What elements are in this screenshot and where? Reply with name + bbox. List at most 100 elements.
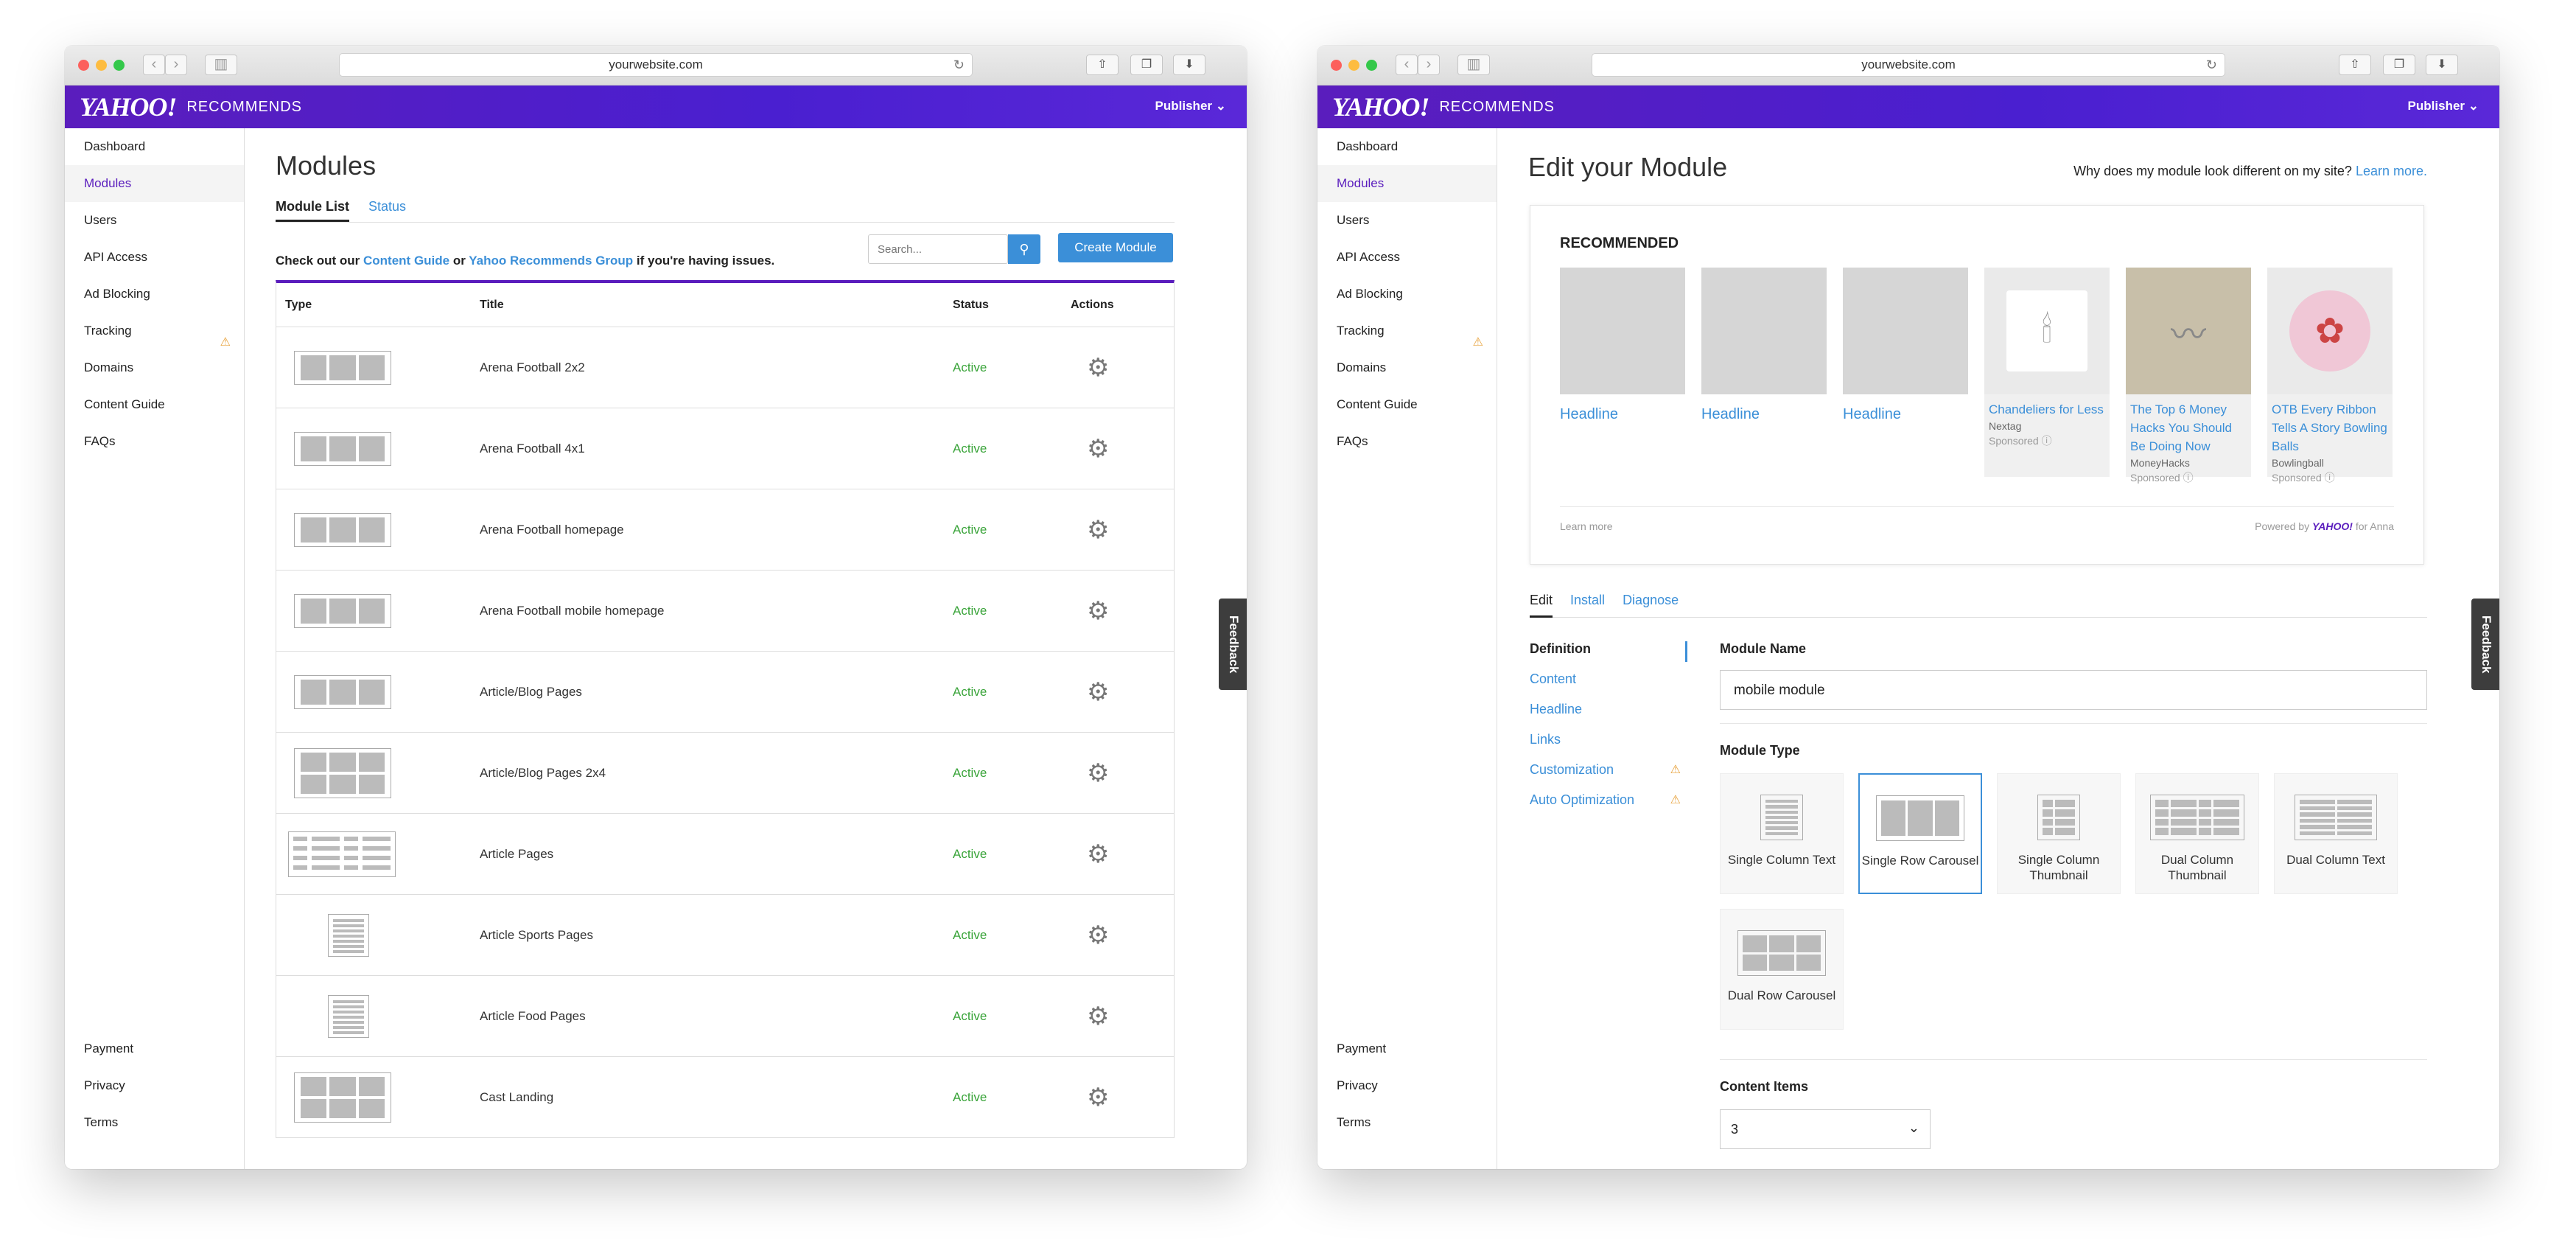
- share-icon[interactable]: ⇧: [2339, 55, 2371, 75]
- table-row[interactable]: Article Sports Pages Active ⚙: [276, 895, 1174, 976]
- back-button[interactable]: ‹: [1396, 55, 1418, 75]
- sidebar-item-users[interactable]: Users: [1317, 202, 1497, 239]
- section-nav-headline[interactable]: Headline: [1530, 702, 1685, 732]
- search-button[interactable]: ⚲: [1008, 234, 1040, 264]
- yahoo-logo[interactable]: Yahoo!: [80, 91, 177, 122]
- sponsored-card[interactable]: ✿ OTB Every Ribbon Tells A Story Bowling …: [2267, 268, 2393, 484]
- table-row[interactable]: Article Pages Active ⚙: [276, 814, 1174, 895]
- learn-more-link[interactable]: Learn more.: [2356, 164, 2427, 178]
- tab-diagnose[interactable]: Diagnose: [1623, 593, 1679, 617]
- table-row[interactable]: Article/Blog Pages Active ⚙: [276, 652, 1174, 733]
- section-nav-customization[interactable]: Customization ⚠: [1530, 762, 1685, 792]
- sponsored-title-link[interactable]: The Top 6 Money Hacks You Should Be Doin…: [2126, 394, 2251, 456]
- module-type-dual-column-thumbnail[interactable]: Dual Column Thumbnail: [2135, 773, 2259, 894]
- sidebar-item-tracking[interactable]: Tracking ⚠: [1317, 313, 1497, 349]
- table-row[interactable]: Article/Blog Pages 2x4 Active ⚙: [276, 733, 1174, 814]
- download-icon[interactable]: ⬇: [1173, 55, 1205, 75]
- tab-status[interactable]: Status: [368, 195, 406, 222]
- sidebar-item-terms[interactable]: Terms: [1317, 1104, 1497, 1141]
- gear-icon[interactable]: ⚙: [1087, 597, 1109, 625]
- gear-icon[interactable]: ⚙: [1087, 1002, 1109, 1030]
- sidebar-item-payment[interactable]: Payment: [1317, 1030, 1497, 1067]
- sidebar-item-modules[interactable]: Modules: [1317, 165, 1497, 202]
- sponsored-card[interactable]: 🕯 Chandeliers for Less Nextag Sponsored ⓘ: [1984, 268, 2110, 477]
- table-row[interactable]: Arena Football mobile homepage Active ⚙: [276, 571, 1174, 652]
- preview-card[interactable]: Headline: [1843, 268, 1968, 477]
- headline-link[interactable]: Headline: [1560, 406, 1685, 423]
- headline-link[interactable]: Headline: [1843, 406, 1968, 423]
- sponsored-title-link[interactable]: OTB Every Ribbon Tells A Story Bowling B…: [2267, 394, 2393, 456]
- gear-icon[interactable]: ⚙: [1087, 840, 1109, 868]
- gear-icon[interactable]: ⚙: [1087, 354, 1109, 382]
- content-items-select[interactable]: 3 ⌄: [1720, 1109, 1931, 1149]
- sidebar-item-privacy[interactable]: Privacy: [65, 1067, 244, 1104]
- zoom-window-button[interactable]: [1366, 60, 1377, 71]
- sidebar-item-domains[interactable]: Domains: [1317, 349, 1497, 386]
- sponsored-card[interactable]: 〰 The Top 6 Money Hacks You Should Be Doi…: [2126, 268, 2251, 484]
- feedback-tab[interactable]: Feedback: [1219, 599, 1247, 690]
- sidebar-item-privacy[interactable]: Privacy: [1317, 1067, 1497, 1104]
- tabs-icon[interactable]: ❐: [2383, 55, 2415, 75]
- sidebar-item-dashboard[interactable]: Dashboard: [65, 128, 244, 165]
- minimize-window-button[interactable]: [1348, 60, 1359, 71]
- sidebar-item-payment[interactable]: Payment: [65, 1030, 244, 1067]
- sidebar-item-content-guide[interactable]: Content Guide: [1317, 386, 1497, 423]
- preview-card[interactable]: Headline: [1560, 268, 1685, 477]
- headline-link[interactable]: Headline: [1701, 406, 1827, 423]
- module-type-dual-column-text[interactable]: Dual Column Text: [2274, 773, 2398, 894]
- table-row[interactable]: Article Food Pages Active ⚙: [276, 976, 1174, 1057]
- preview-learn-more-link[interactable]: Learn more: [1560, 520, 1613, 532]
- module-name-input[interactable]: mobile module: [1720, 670, 2427, 710]
- sponsored-title-link[interactable]: Chandeliers for Less: [1984, 394, 2110, 419]
- zoom-window-button[interactable]: [113, 60, 125, 71]
- table-row[interactable]: Arena Football homepage Active ⚙: [276, 489, 1174, 571]
- section-nav-links[interactable]: Links: [1530, 732, 1685, 762]
- table-row[interactable]: Arena Football 4x1 Active ⚙: [276, 408, 1174, 489]
- section-nav-auto-optimization[interactable]: Auto Optimization ⚠: [1530, 792, 1685, 823]
- sidebar-toggle-icon[interactable]: ▥: [205, 55, 237, 75]
- sidebar-item-dashboard[interactable]: Dashboard: [1317, 128, 1497, 165]
- sidebar-item-api-access[interactable]: API Access: [65, 239, 244, 276]
- tab-install[interactable]: Install: [1570, 593, 1605, 617]
- section-nav-content[interactable]: Content: [1530, 671, 1685, 702]
- forward-button[interactable]: ›: [1418, 55, 1440, 75]
- gear-icon[interactable]: ⚙: [1087, 516, 1109, 544]
- sidebar-item-domains[interactable]: Domains: [65, 349, 244, 386]
- sidebar-item-faqs[interactable]: FAQs: [65, 423, 244, 460]
- sidebar-item-modules[interactable]: Modules: [65, 165, 244, 202]
- sidebar-item-ad-blocking[interactable]: Ad Blocking: [65, 276, 244, 313]
- preview-card[interactable]: Headline: [1701, 268, 1827, 477]
- sidebar-item-ad-blocking[interactable]: Ad Blocking: [1317, 276, 1497, 313]
- module-type-single-row-carousel[interactable]: Single Row Carousel: [1858, 773, 1982, 894]
- close-window-button[interactable]: [1331, 60, 1342, 71]
- close-window-button[interactable]: [78, 60, 89, 71]
- download-icon[interactable]: ⬇: [2426, 55, 2458, 75]
- address-bar[interactable]: yourwebsite.com ↻: [339, 53, 973, 77]
- module-type-single-column-text[interactable]: Single Column Text: [1720, 773, 1844, 894]
- publisher-menu[interactable]: Publisher ⌄: [1155, 99, 1226, 114]
- address-bar[interactable]: yourwebsite.com ↻: [1592, 53, 2225, 77]
- gear-icon[interactable]: ⚙: [1087, 435, 1109, 463]
- recommends-group-link[interactable]: Yahoo Recommends Group: [469, 254, 633, 268]
- minimize-window-button[interactable]: [96, 60, 107, 71]
- yahoo-logo[interactable]: Yahoo!: [1332, 91, 1429, 122]
- publisher-menu[interactable]: Publisher ⌄: [2408, 99, 2479, 114]
- gear-icon[interactable]: ⚙: [1087, 921, 1109, 949]
- tab-edit[interactable]: Edit: [1530, 593, 1553, 618]
- share-icon[interactable]: ⇧: [1086, 55, 1119, 75]
- gear-icon[interactable]: ⚙: [1087, 759, 1109, 787]
- reload-icon[interactable]: ↻: [2206, 54, 2217, 76]
- tabs-icon[interactable]: ❐: [1130, 55, 1163, 75]
- sidebar-item-content-guide[interactable]: Content Guide: [65, 386, 244, 423]
- back-button[interactable]: ‹: [143, 55, 165, 75]
- module-type-dual-row-carousel[interactable]: Dual Row Carousel: [1720, 909, 1844, 1030]
- sidebar-item-users[interactable]: Users: [65, 202, 244, 239]
- sidebar-toggle-icon[interactable]: ▥: [1457, 55, 1490, 75]
- gear-icon[interactable]: ⚙: [1087, 1084, 1109, 1112]
- reload-icon[interactable]: ↻: [953, 54, 965, 76]
- gear-icon[interactable]: ⚙: [1087, 678, 1109, 706]
- table-row[interactable]: Arena Football 2x2 Active ⚙: [276, 327, 1174, 408]
- sidebar-item-terms[interactable]: Terms: [65, 1104, 244, 1141]
- sidebar-item-api-access[interactable]: API Access: [1317, 239, 1497, 276]
- forward-button[interactable]: ›: [165, 55, 187, 75]
